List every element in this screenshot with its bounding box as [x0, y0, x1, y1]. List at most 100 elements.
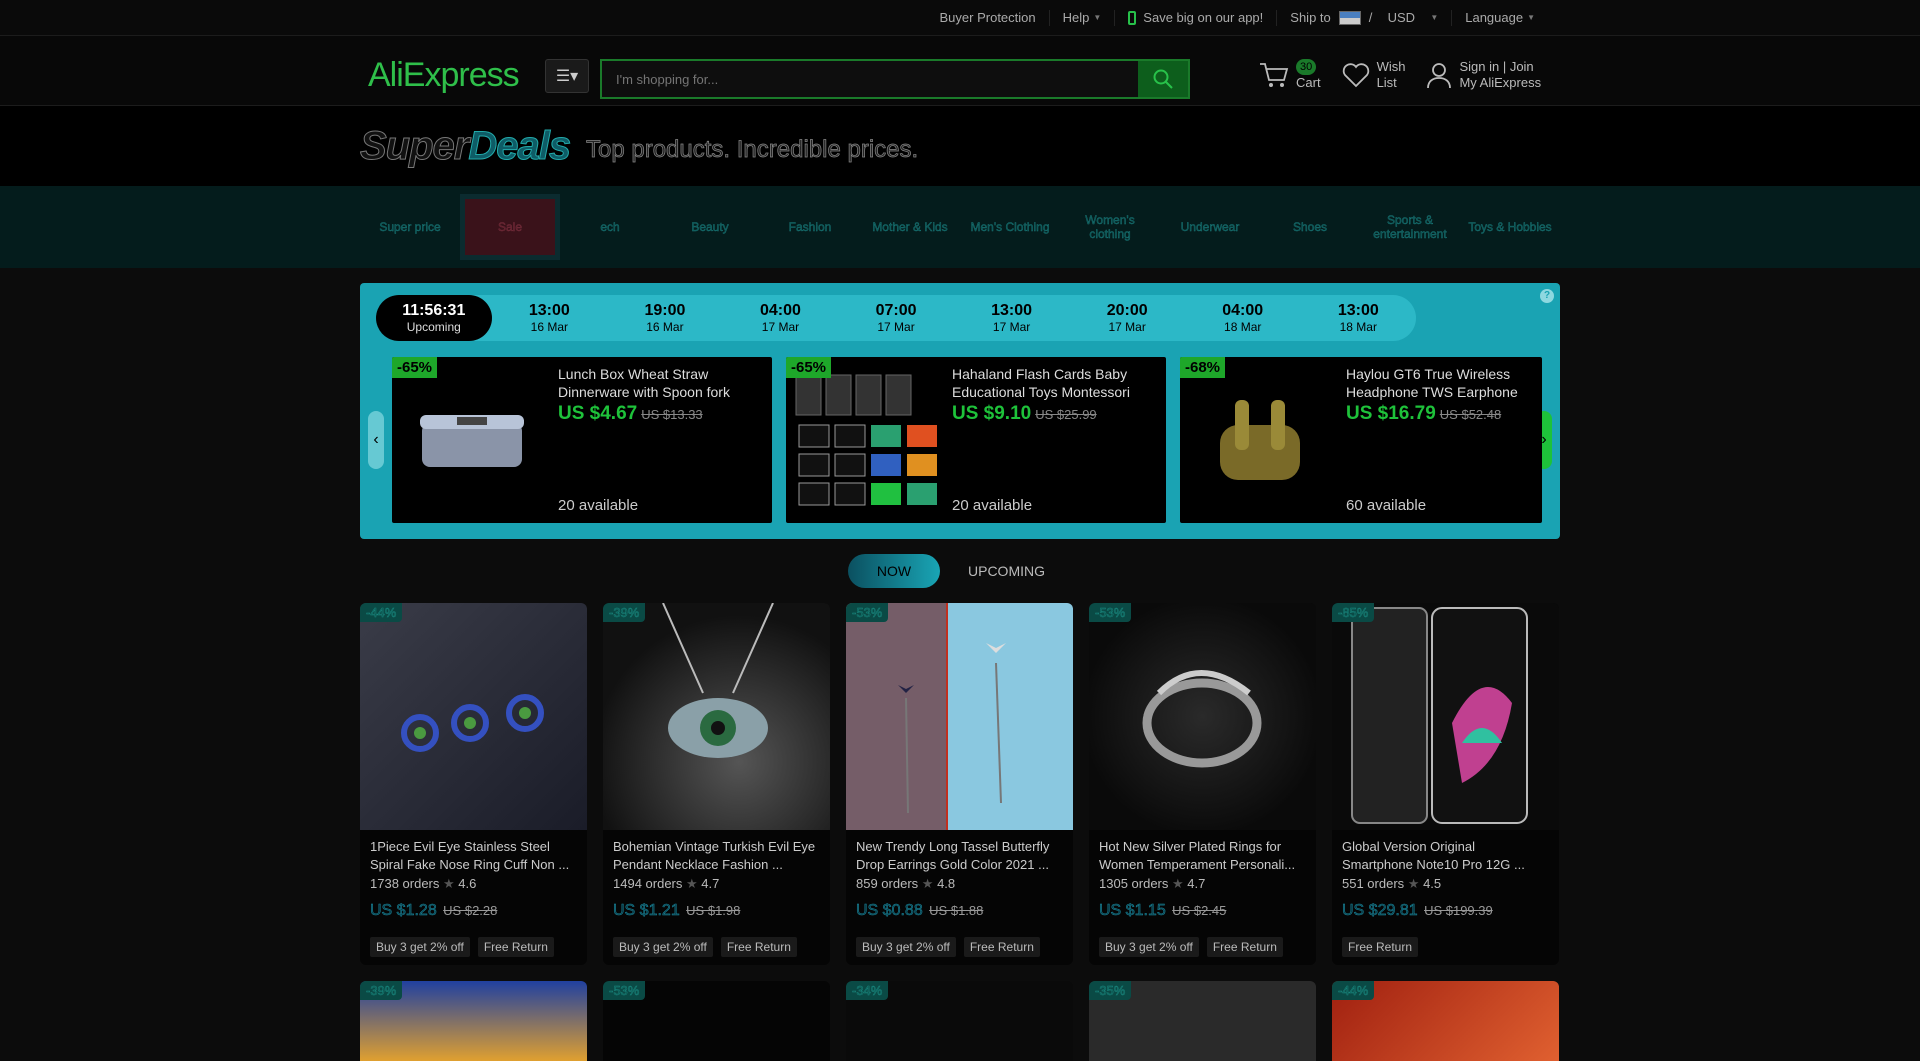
product-image: -53% — [846, 603, 1073, 830]
product-meta: 859 orders ★ 4.8 — [856, 876, 956, 891]
flash-deal-card[interactable]: -68% Haylou GT6 True Wireless Headphone … — [1180, 357, 1542, 523]
product-card[interactable]: -39% — [360, 981, 587, 1061]
category-tab[interactable]: Mother & Kids — [860, 194, 960, 260]
time-slot[interactable]: 19:00 16 Mar — [607, 295, 723, 341]
discount-badge: -39% — [603, 603, 646, 622]
time-slot[interactable]: 07:00 17 Mar — [838, 295, 954, 341]
time-slot[interactable]: 04:00 18 Mar — [1185, 295, 1301, 341]
discount-badge: -34% — [846, 981, 889, 1000]
product-tags: Buy 3 get 2% off Free Return — [856, 937, 1040, 957]
wish-list-button[interactable]: Wish List — [1341, 58, 1405, 91]
category-tab[interactable]: Shoes — [1260, 194, 1360, 260]
free-return-tag: Free Return — [477, 937, 554, 957]
join-link[interactable]: Join — [1510, 59, 1534, 74]
banner-tagline: Top products. Incredible prices. — [586, 136, 919, 164]
category-tab[interactable]: Fashion — [760, 194, 860, 260]
categories-menu-button[interactable]: ☰▾ — [545, 59, 589, 93]
now-tab[interactable]: NOW — [848, 554, 940, 588]
time-slot[interactable]: 13:00 18 Mar — [1301, 295, 1417, 341]
help-menu[interactable]: Help ▼ — [1048, 9, 1115, 26]
product-card[interactable]: -44% — [1332, 981, 1559, 1061]
product-meta: 1305 orders ★ 4.7 — [1099, 876, 1206, 891]
search-button[interactable] — [1138, 61, 1188, 97]
cart-button[interactable]: 30 Cart — [1258, 58, 1321, 91]
search-input[interactable] — [602, 61, 1138, 97]
product-title: New Trendy Long Tassel Butterfly Drop Ea… — [856, 839, 1050, 872]
user-icon — [1427, 62, 1452, 88]
product-title: 1Piece Evil Eye Stainless Steel Spiral F… — [370, 839, 570, 872]
product-tags: Buy 3 get 2% off Free Return — [613, 937, 797, 957]
help-icon[interactable]: ? — [1540, 289, 1554, 303]
product-card[interactable]: -53% — [603, 981, 830, 1061]
time-slot[interactable]: 04:00 17 Mar — [723, 295, 839, 341]
category-tab-active[interactable]: Sale — [460, 194, 560, 260]
star-icon: ★ — [1407, 876, 1420, 891]
chevron-right-icon: › — [1541, 431, 1547, 448]
product-image — [1180, 357, 1340, 523]
category-tab[interactable]: Men's Clothing — [960, 194, 1060, 260]
account-menu[interactable]: Sign in | Join My AliExpress — [1425, 58, 1541, 91]
product-card[interactable]: -39% Bohemian Vintage Turkish Evil Eye P… — [603, 603, 830, 965]
ship-to-menu[interactable]: Ship to / USD ▼ — [1276, 9, 1451, 26]
discount-badge: -39% — [360, 981, 403, 1000]
product-title: Haylou GT6 True Wireless Headphone TWS E… — [1346, 366, 1518, 400]
product-price: US $9.10 US $25.99 — [952, 403, 1097, 424]
product-grid: -44% 1Piece Evil Eye Stainless Steel Spi… — [360, 603, 1559, 965]
upcoming-tab[interactable]: UPCOMING — [968, 563, 1045, 579]
product-card[interactable]: -85% Global Version Original Smartphone … — [1332, 603, 1559, 965]
buyer-protection-link[interactable]: Buyer Protection — [927, 10, 1049, 26]
category-tab[interactable]: Sports & entertainment — [1360, 194, 1460, 260]
product-title: Hot New Silver Plated Rings for Women Te… — [1099, 839, 1296, 872]
product-image — [392, 357, 552, 523]
product-card[interactable]: -44% 1Piece Evil Eye Stainless Steel Spi… — [360, 603, 587, 965]
carousel-prev-button[interactable]: ‹ — [368, 411, 384, 469]
discount-badge: -53% — [1089, 603, 1132, 622]
product-tags: Buy 3 get 2% off Free Return — [1099, 937, 1283, 957]
product-meta: 551 orders ★ 4.5 — [1342, 876, 1442, 891]
product-card[interactable]: -34% — [846, 981, 1073, 1061]
superdeals-logo: SuperDeals — [359, 124, 571, 169]
product-price: US $1.28 US $2.28 — [370, 902, 498, 920]
top-bar: Buyer Protection Help ▼ Save big on our a… — [0, 0, 1920, 36]
product-grid-row-2: -39% -53% -34% -35% -44% — [360, 981, 1559, 1061]
category-tab[interactable]: Toys & Hobbies — [1460, 194, 1560, 260]
chevron-down-icon: ▼ — [1527, 13, 1535, 22]
category-tab[interactable]: Underwear — [1160, 194, 1260, 260]
language-menu[interactable]: Language ▼ — [1451, 9, 1548, 26]
time-slot[interactable]: 20:00 17 Mar — [1069, 295, 1185, 341]
category-tab[interactable]: Beauty — [660, 194, 760, 260]
header-icons: 30 Cart Wish List Sign in | Join My AliExpr… — [1258, 58, 1541, 91]
time-slot[interactable]: 13:00 17 Mar — [954, 295, 1070, 341]
product-image — [786, 357, 946, 523]
discount-badge: -65% — [392, 357, 438, 378]
product-card[interactable]: -53% Hot New Silver Plated Rings for Wom… — [1089, 603, 1316, 965]
free-return-tag: Free Return — [1206, 937, 1283, 957]
time-slot[interactable]: 13:00 16 Mar — [492, 295, 608, 341]
product-price: US $0.88 US $1.88 — [856, 902, 984, 920]
sign-in-link[interactable]: Sign in — [1459, 59, 1499, 74]
star-icon: ★ — [443, 876, 455, 891]
product-meta: 1494 orders ★ 4.7 — [613, 876, 720, 891]
promo-tag: Buy 3 get 2% off — [1099, 937, 1199, 957]
product-image: -39% — [603, 603, 830, 830]
discount-badge: -35% — [1089, 981, 1132, 1000]
product-price: US $1.21 US $1.98 — [613, 902, 741, 920]
category-tab[interactable]: Super price — [360, 194, 460, 260]
search-icon — [1153, 69, 1173, 89]
aliexpress-logo[interactable]: AliExpress — [368, 56, 520, 95]
product-card[interactable]: -35% — [1089, 981, 1316, 1061]
flash-deal-card[interactable]: -65% Lunch Box Wheat Straw Dinnerware wi… — [392, 357, 772, 523]
discount-badge: -68% — [1180, 357, 1226, 378]
flash-deals-panel: ? 11:56:31 Upcoming 13:00 16 Mar 19:00 16 M… — [360, 283, 1560, 539]
flash-deal-card[interactable]: -65% Hahaland Flash Cards Baby Education… — [786, 357, 1166, 523]
menu-icon: ☰▾ — [555, 68, 579, 85]
time-slot-active[interactable]: 11:56:31 Upcoming — [376, 295, 492, 341]
product-card[interactable]: -53% New Trendy Long Tassel Butterfly Dr… — [846, 603, 1073, 965]
category-tab[interactable]: ech — [560, 194, 660, 260]
flag-icon — [1338, 10, 1361, 25]
discount-badge: -44% — [1332, 981, 1375, 1000]
app-link[interactable]: Save big on our app! — [1114, 9, 1276, 26]
category-tab[interactable]: Women's clothing — [1060, 194, 1160, 260]
cart-icon — [1260, 62, 1289, 87]
free-return-tag: Free Return — [1342, 937, 1419, 957]
